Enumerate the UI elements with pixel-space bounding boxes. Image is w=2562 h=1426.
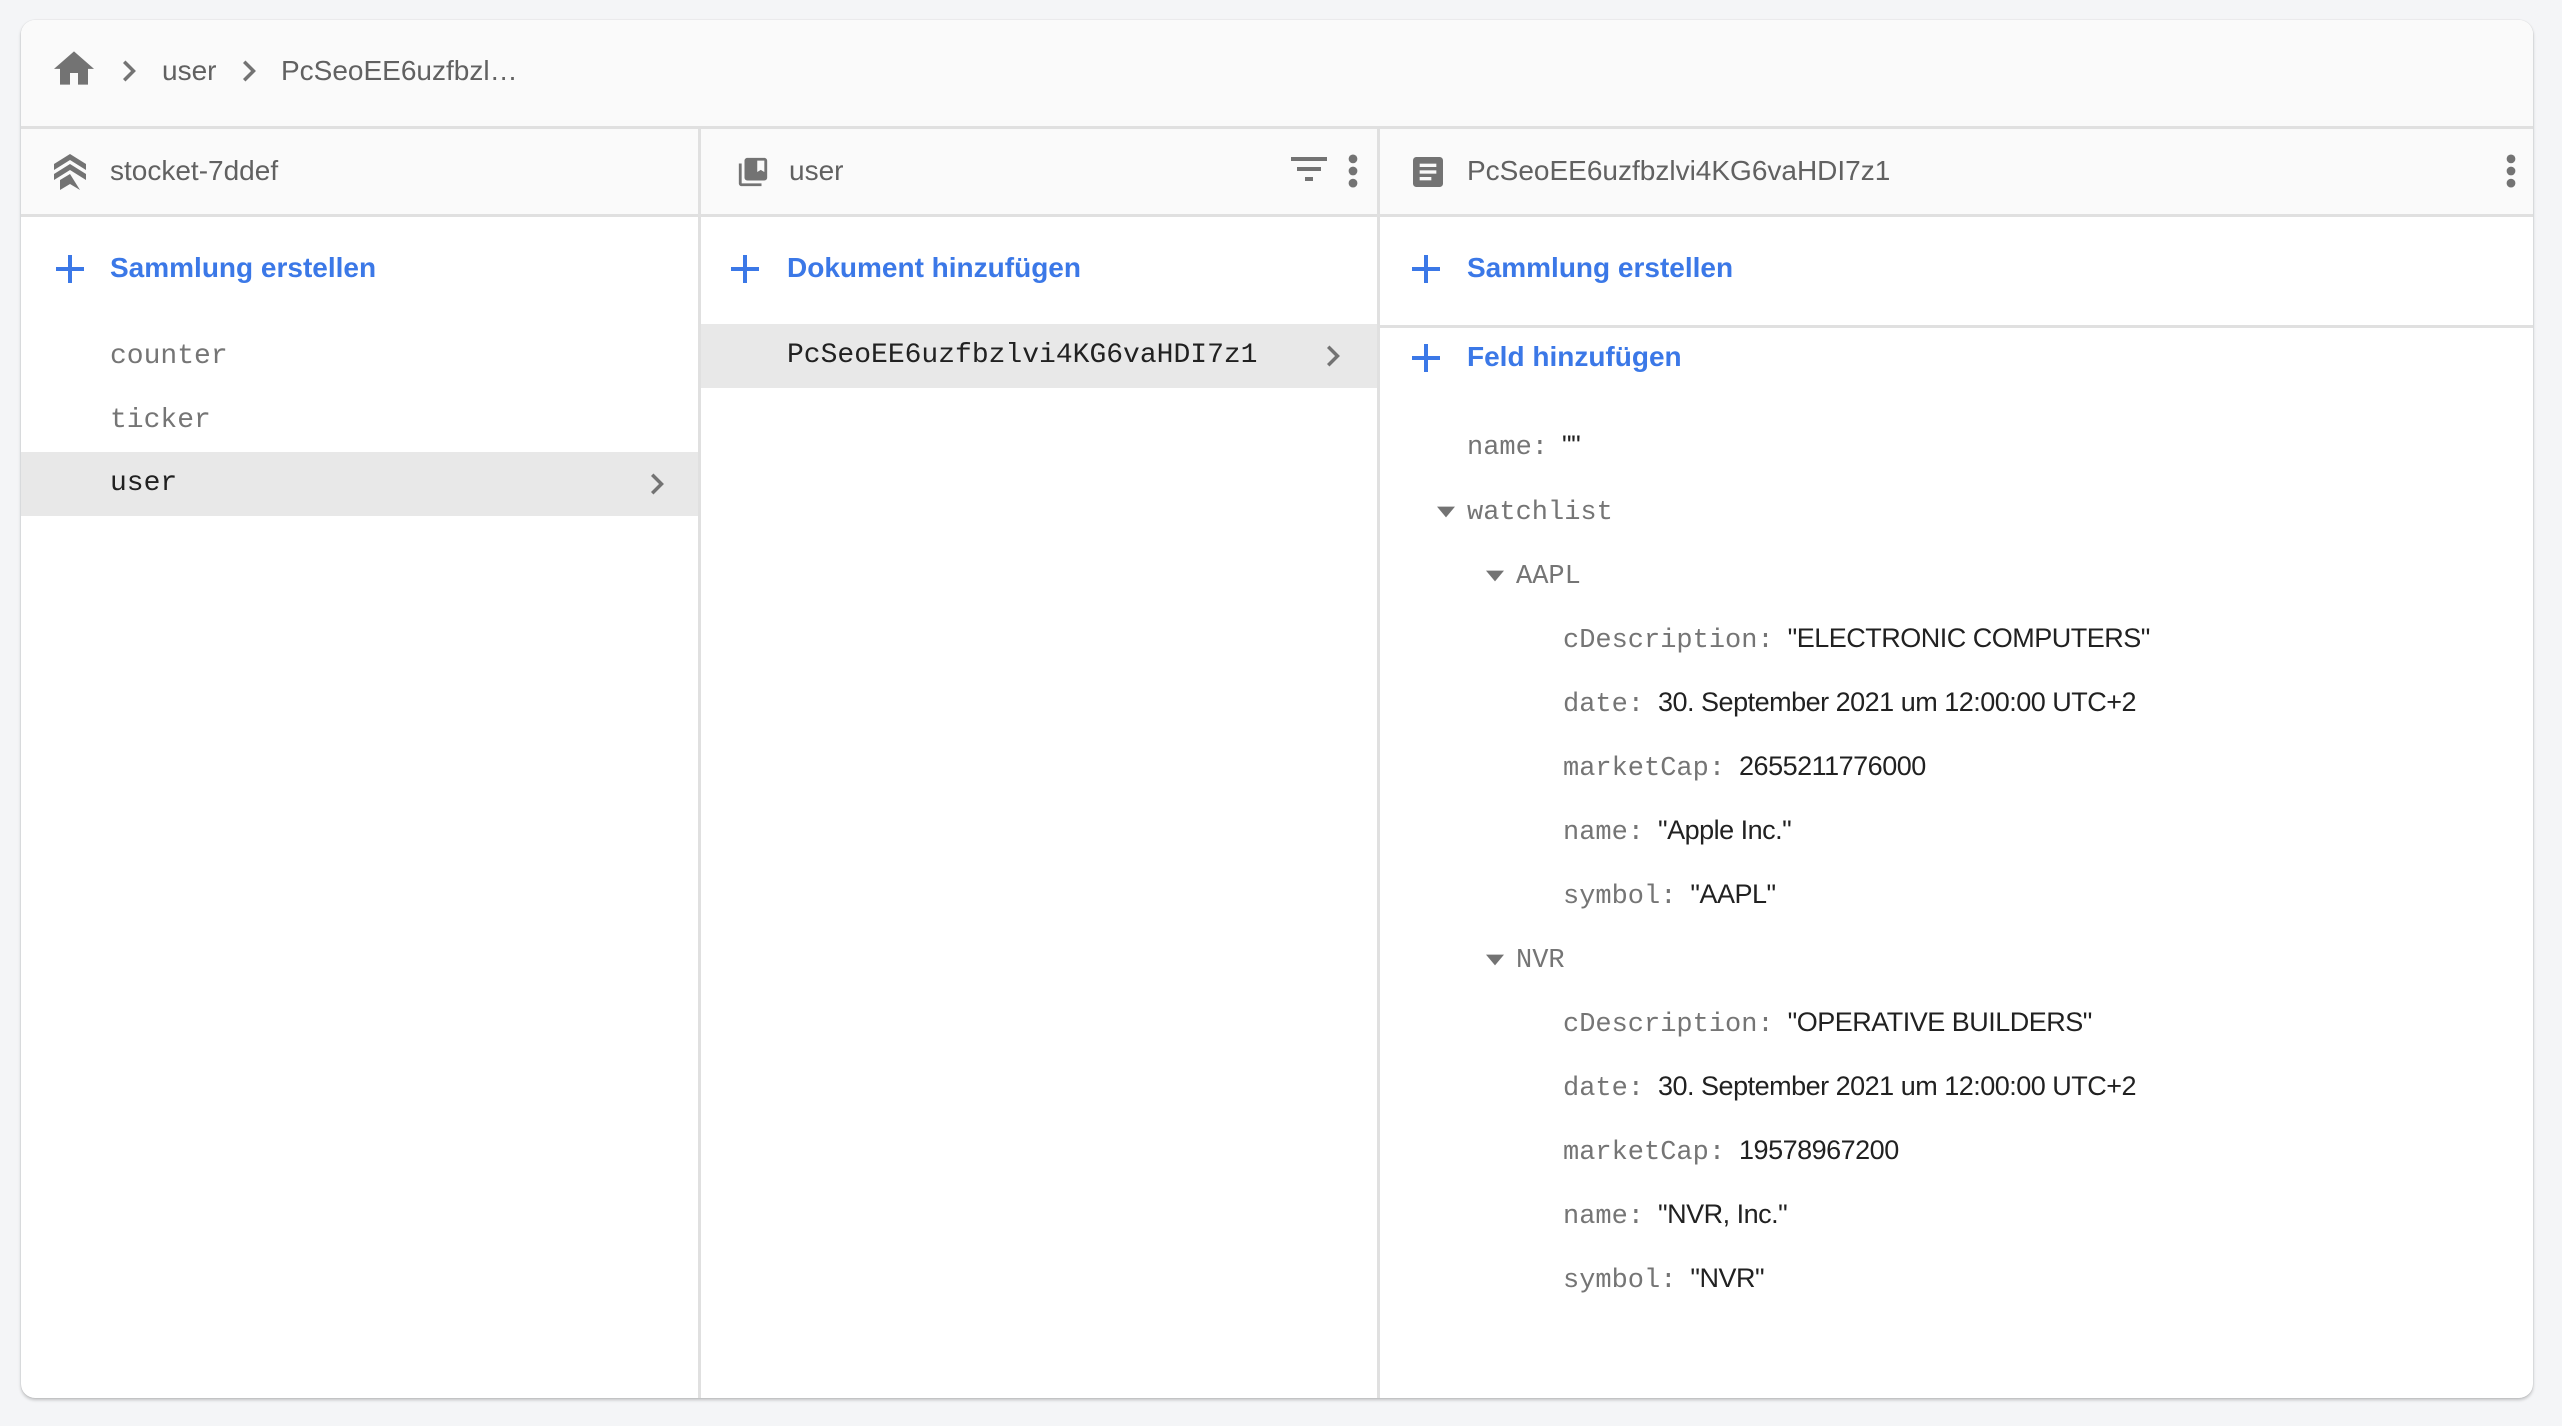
- collapse-triangle-icon[interactable]: [1486, 954, 1504, 966]
- field-value: "NVR": [1690, 1263, 1765, 1293]
- create-collection-label: Sammlung erstellen: [110, 252, 377, 283]
- breadcrumb: user PcSeoEE6uzfbzl…: [21, 20, 2533, 129]
- collection-label: counter: [110, 341, 228, 372]
- firestore-data-panel: user PcSeoEE6uzfbzl… stocket-7ddef Samml…: [21, 20, 2533, 1398]
- field-nvr-date[interactable]: date: 30. September 2021 um 12:00:00 UTC+…: [1563, 1066, 2137, 1106]
- collection-title: user: [789, 155, 844, 186]
- collection-icon: [738, 157, 768, 187]
- chevron-right-icon: [243, 60, 256, 82]
- add-field-button[interactable]: Feld hinzufügen: [1380, 328, 2533, 388]
- field-aapl-symbol[interactable]: symbol: "AAPL": [1563, 874, 1776, 914]
- home-icon[interactable]: [54, 51, 94, 85]
- field-value: 2655211776000: [1739, 751, 1926, 781]
- field-value: "OPERATIVE BUILDERS": [1787, 1007, 2093, 1037]
- breadcrumb-item-user[interactable]: user: [162, 53, 216, 89]
- field-key: AAPL: [1516, 562, 1581, 592]
- field-key: NVR: [1516, 946, 1565, 976]
- breadcrumb-item-document[interactable]: PcSeoEE6uzfbzl…: [281, 53, 518, 89]
- field-nvr-name[interactable]: name: "NVR, Inc.": [1563, 1194, 1788, 1234]
- field-key: symbol:: [1563, 1266, 1677, 1296]
- collection-item-user[interactable]: user: [21, 452, 698, 516]
- field-value: "": [1562, 430, 1581, 460]
- filter-icon[interactable]: [1291, 156, 1327, 182]
- plus-icon: [1412, 344, 1440, 372]
- create-collection-button[interactable]: Sammlung erstellen: [21, 239, 698, 299]
- chevron-right-icon: [651, 473, 664, 495]
- collection-column-header: user: [701, 129, 1377, 217]
- root-column-header: stocket-7ddef: [21, 129, 698, 217]
- field-value: 30. September 2021 um 12:00:00 UTC+2: [1658, 687, 2137, 717]
- field-key: watchlist: [1467, 498, 1613, 528]
- add-document-button[interactable]: Dokument hinzufügen: [701, 239, 1377, 299]
- field-aapl-date[interactable]: date: 30. September 2021 um 12:00:00 UTC+…: [1563, 682, 2137, 722]
- field-key: name:: [1563, 1202, 1645, 1232]
- plus-icon: [731, 255, 759, 283]
- field-value: 30. September 2021 um 12:00:00 UTC+2: [1658, 1071, 2137, 1101]
- field-watchlist[interactable]: watchlist: [1467, 490, 1613, 530]
- field-nvr-symbol[interactable]: symbol: "NVR": [1563, 1258, 1765, 1298]
- project-stack-icon: [54, 154, 86, 190]
- create-subcollection-button[interactable]: Sammlung erstellen: [1380, 239, 2533, 299]
- add-field-label: Feld hinzufügen: [1467, 341, 1682, 372]
- field-watchlist-aapl[interactable]: AAPL: [1516, 554, 1581, 594]
- chevron-right-icon: [1327, 345, 1340, 367]
- collection-label: ticker: [110, 405, 211, 436]
- field-key: cDescription:: [1563, 626, 1774, 656]
- field-key: name:: [1563, 818, 1645, 848]
- create-subcollection-label: Sammlung erstellen: [1467, 252, 1734, 283]
- document-item[interactable]: PcSeoEE6uzfbzlvi4KG6vaHDI7z1: [701, 324, 1377, 388]
- field-key: name:: [1467, 433, 1549, 463]
- more-vert-icon[interactable]: [2506, 154, 2516, 188]
- plus-icon: [1412, 255, 1440, 283]
- field-aapl-cdescription[interactable]: cDescription: "ELECTRONIC COMPUTERS": [1563, 618, 2150, 658]
- field-aapl-name[interactable]: name: "Apple Inc.": [1563, 810, 1792, 850]
- add-document-label: Dokument hinzufügen: [787, 252, 1081, 283]
- field-name[interactable]: name: "": [1467, 425, 1581, 465]
- collection-item-counter[interactable]: counter: [21, 325, 698, 389]
- field-value: "Apple Inc.": [1658, 815, 1792, 845]
- collection-column: user Dokument hinzufügen PcSeoEE6uzfbzlv…: [701, 129, 1380, 1398]
- document-label: PcSeoEE6uzfbzlvi4KG6vaHDI7z1: [787, 340, 1258, 371]
- collection-label: user: [110, 468, 178, 499]
- field-value: 19578967200: [1739, 1135, 1899, 1165]
- field-nvr-marketcap[interactable]: marketCap: 19578967200: [1563, 1130, 1899, 1170]
- collection-item-ticker[interactable]: ticker: [21, 389, 698, 453]
- field-value: "NVR, Inc.": [1658, 1199, 1788, 1229]
- project-title: stocket-7ddef: [110, 155, 279, 186]
- field-key: marketCap:: [1563, 754, 1726, 784]
- field-nvr-cdescription[interactable]: cDescription: "OPERATIVE BUILDERS": [1563, 1002, 2092, 1042]
- plus-icon: [56, 255, 84, 283]
- document-icon: [1413, 157, 1443, 187]
- collapse-triangle-icon[interactable]: [1486, 570, 1504, 582]
- field-key: date:: [1563, 1074, 1645, 1104]
- collapse-triangle-icon[interactable]: [1437, 506, 1455, 518]
- root-column: stocket-7ddef Sammlung erstellen counter…: [21, 129, 701, 1398]
- field-key: symbol:: [1563, 882, 1677, 912]
- document-column: PcSeoEE6uzfbzlvi4KG6vaHDI7z1 Sammlung er…: [1380, 129, 2533, 1398]
- field-watchlist-nvr[interactable]: NVR: [1516, 938, 1565, 978]
- chevron-right-icon: [123, 60, 136, 82]
- field-value: "ELECTRONIC COMPUTERS": [1787, 623, 2151, 653]
- document-column-header: PcSeoEE6uzfbzlvi4KG6vaHDI7z1: [1380, 129, 2533, 217]
- field-value: "AAPL": [1690, 879, 1776, 909]
- more-vert-icon[interactable]: [1348, 154, 1358, 188]
- field-key: marketCap:: [1563, 1138, 1726, 1168]
- field-key: date:: [1563, 690, 1645, 720]
- document-title: PcSeoEE6uzfbzlvi4KG6vaHDI7z1: [1467, 155, 1891, 186]
- field-aapl-marketcap[interactable]: marketCap: 2655211776000: [1563, 746, 1926, 786]
- field-key: cDescription:: [1563, 1010, 1774, 1040]
